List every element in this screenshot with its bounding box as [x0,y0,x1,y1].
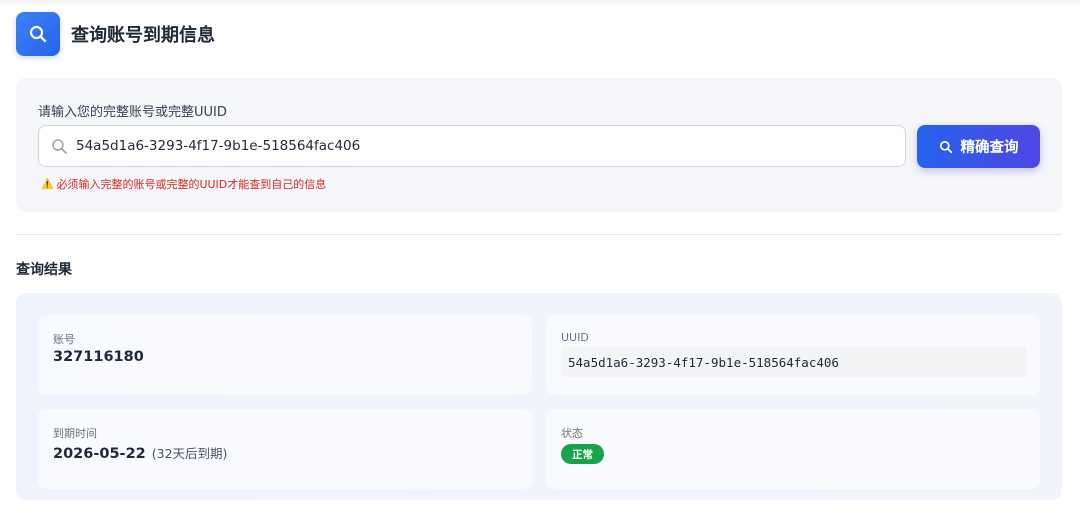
uuid-label: UUID [561,331,589,344]
page-header: 查询账号到期信息 [16,11,215,57]
expiry-label: 到期时间 [53,427,97,440]
search-box[interactable] [38,125,906,167]
warning-message: ⚠️ 必须输入完整的账号或完整的UUID才能查到自己的信息 [41,176,326,192]
search-label: 请输入您的完整账号或完整UUID [38,105,227,120]
expiry-remaining: (32天后到期) [151,446,228,461]
status-tile: 状态 正常 [546,409,1040,489]
query-button-label: 精确查询 [960,140,1019,156]
search-icon [16,12,60,56]
expiry-tile: 到期时间 2026-05-22 (32天后到期) [38,409,532,489]
divider [16,234,1062,235]
search-input[interactable] [76,127,905,165]
top-shadow [0,0,1080,6]
expiry-date: 2026-05-22 [53,446,146,462]
result-card: 账号 327116180 UUID 54a5d1a6-3293-4f17-9b1… [16,293,1062,500]
account-tile: 账号 327116180 [38,315,532,395]
results-title: 查询结果 [16,262,72,278]
status-badge: 正常 [561,444,604,464]
uuid-value: 54a5d1a6-3293-4f17-9b1e-518564fac406 [561,347,1027,377]
search-icon [51,138,68,155]
account-label: 账号 [53,333,75,346]
warning-text: 必须输入完整的账号或完整的UUID才能查到自己的信息 [56,178,327,191]
page-title: 查询账号到期信息 [71,25,215,46]
expiry-value-row: 2026-05-22 (32天后到期) [53,443,227,462]
warning-icon: ⚠️ [41,178,54,190]
account-value: 327116180 [53,349,144,365]
search-card: 请输入您的完整账号或完整UUID 精确查询 ⚠️ 必须输入完整的账号或完整的UU… [16,78,1062,212]
search-icon [939,140,953,154]
status-label: 状态 [561,427,583,440]
uuid-tile: UUID 54a5d1a6-3293-4f17-9b1e-518564fac40… [546,315,1040,395]
query-button[interactable]: 精确查询 [917,125,1040,168]
